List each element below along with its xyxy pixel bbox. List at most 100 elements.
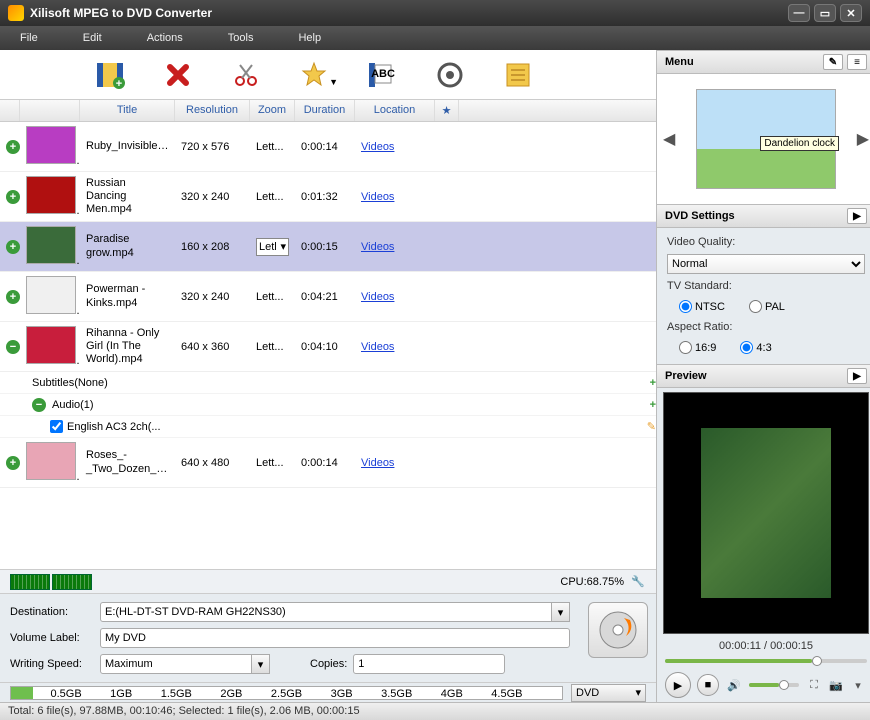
prev-template-button[interactable]: ◀: [663, 129, 675, 149]
effects-button[interactable]: ▼: [294, 57, 334, 93]
title-bar: Xilisoft MPEG to DVD Converter — ▭ ✕: [0, 0, 870, 26]
menu-panel-header: Menu ✎ ≡: [657, 50, 870, 74]
file-location-link[interactable]: Videos: [361, 241, 394, 253]
expand-icon[interactable]: +: [6, 190, 20, 204]
menu-template-thumb[interactable]: Dandelion clock: [696, 89, 836, 189]
disc-size-ruler: 0.5GB1GB1.5GB2GB2.5GB3GB3.5GB4GB4.5GB: [10, 686, 563, 700]
play-button[interactable]: ▶: [665, 672, 691, 698]
disc-type-select[interactable]: DVD▾: [571, 684, 646, 702]
file-location-link[interactable]: Videos: [361, 191, 394, 203]
file-list: + Ruby_Invisible_... 720 x 576 Lett... 0…: [0, 122, 656, 569]
expand-icon[interactable]: +: [6, 240, 20, 254]
cpu-bar: CPU:68.75% 🔧: [0, 569, 656, 593]
volume-icon[interactable]: 🔊: [725, 677, 743, 693]
aspect-ratio-label: Aspect Ratio:: [667, 321, 865, 333]
file-row[interactable]: + Paradise grow.mp4 160 x 208 Letl▾ 0:00…: [0, 222, 656, 272]
collapse-icon[interactable]: −: [32, 398, 46, 412]
edit-menu-button[interactable]: ✎: [823, 54, 843, 70]
ruler-mark: 2.5GB: [271, 688, 302, 700]
subtitle-button[interactable]: ABC: [362, 57, 402, 93]
menu-file[interactable]: File: [20, 32, 38, 44]
edit-audio-icon[interactable]: ✎: [647, 420, 656, 433]
file-location-link[interactable]: Videos: [361, 341, 394, 353]
menu-edit[interactable]: Edit: [83, 32, 102, 44]
menu-help[interactable]: Help: [298, 32, 321, 44]
file-row[interactable]: + Russian Dancing Men.mp4 320 x 240 Lett…: [0, 172, 656, 222]
ntsc-radio[interactable]: NTSC: [679, 300, 725, 313]
cpu-graph-icon: [10, 574, 50, 590]
aspect-169-radio[interactable]: 16:9: [679, 341, 716, 354]
writing-speed-select[interactable]: [100, 654, 252, 674]
menu-template-preview: ◀ Dandelion clock ▶: [657, 74, 870, 204]
fullscreen-icon[interactable]: ⛶: [805, 677, 823, 693]
file-row[interactable]: + Powerman - Kinks.mp4 320 x 240 Lett...…: [0, 272, 656, 322]
collapse-icon[interactable]: −: [6, 340, 20, 354]
file-zoom: Lett...: [250, 137, 295, 157]
menu-actions[interactable]: Actions: [147, 32, 183, 44]
file-row[interactable]: − Rihanna - Only Girl (In The World).mp4…: [0, 322, 656, 372]
aspect-43-radio[interactable]: 4:3: [740, 341, 771, 354]
status-bar: Total: 6 file(s), 97.88MB, 00:10:46; Sel…: [0, 702, 870, 720]
video-quality-select[interactable]: Normal: [667, 254, 865, 274]
file-duration: 0:04:21: [295, 287, 355, 307]
preview-header: Preview ▶: [657, 364, 870, 388]
file-row[interactable]: + Roses_-_Two_Dozen_Lo... 640 x 480 Lett…: [0, 438, 656, 488]
menu-panel-title: Menu: [665, 56, 694, 68]
file-location-link[interactable]: Videos: [361, 457, 394, 469]
settings-icon[interactable]: 🔧: [630, 574, 646, 590]
expand-icon[interactable]: +: [6, 456, 20, 470]
volume-slider[interactable]: [749, 680, 799, 690]
svg-text:ABC: ABC: [371, 68, 395, 80]
header-location[interactable]: Location: [355, 100, 435, 121]
audio-track-label: English AC3 2ch(...: [67, 421, 447, 433]
list-button[interactable]: [498, 57, 538, 93]
file-row[interactable]: + Ruby_Invisible_... 720 x 576 Lett... 0…: [0, 122, 656, 172]
file-zoom: Lett...: [250, 287, 295, 307]
copies-input[interactable]: [353, 654, 505, 674]
start-burn-button[interactable]: [588, 602, 648, 658]
stop-button[interactable]: ■: [697, 674, 719, 696]
destination-label: Destination:: [10, 606, 100, 618]
ruler-mark: 1.5GB: [161, 688, 192, 700]
file-title: Russian Dancing Men.mp4: [80, 173, 175, 221]
dvd-settings-expand-button[interactable]: ▶: [847, 208, 867, 224]
header-star[interactable]: ★: [435, 100, 459, 121]
add-audio-icon[interactable]: +: [650, 399, 656, 411]
file-title: Powerman - Kinks.mp4: [80, 279, 175, 313]
header-title[interactable]: Title: [80, 100, 175, 121]
destination-dropdown[interactable]: ▾: [552, 602, 570, 622]
audio-track-checkbox[interactable]: [50, 420, 63, 433]
preview-frame: [701, 428, 831, 598]
delete-button[interactable]: [158, 57, 198, 93]
file-location-link[interactable]: Videos: [361, 141, 394, 153]
volume-label-input[interactable]: [100, 628, 570, 648]
maximize-button[interactable]: ▭: [814, 4, 836, 22]
pal-radio[interactable]: PAL: [749, 300, 785, 313]
minimize-button[interactable]: —: [788, 4, 810, 22]
header-duration[interactable]: Duration: [295, 100, 355, 121]
header-zoom[interactable]: Zoom: [250, 100, 295, 121]
snapshot-icon[interactable]: 📷: [827, 677, 845, 693]
zoom-select[interactable]: Letl▾: [256, 238, 289, 256]
expand-icon[interactable]: +: [6, 290, 20, 304]
menu-bar: File Edit Actions Tools Help: [0, 26, 870, 50]
player-controls: ▶ ■ 🔊 ⛶ 📷 ▾: [657, 668, 870, 702]
writing-speed-dropdown[interactable]: ▾: [252, 654, 270, 674]
next-template-button[interactable]: ▶: [857, 129, 869, 149]
add-subtitle-icon[interactable]: +: [650, 377, 656, 389]
expand-icon[interactable]: +: [6, 140, 20, 154]
seek-slider[interactable]: [665, 656, 867, 666]
header-resolution[interactable]: Resolution: [175, 100, 250, 121]
menu-tools[interactable]: Tools: [228, 32, 254, 44]
file-thumbnail: [26, 276, 76, 314]
snapshot-dropdown[interactable]: ▾: [849, 677, 867, 693]
close-button[interactable]: ✕: [840, 4, 862, 22]
cut-button[interactable]: [226, 57, 266, 93]
burn-button[interactable]: [430, 57, 470, 93]
preview-expand-button[interactable]: ▶: [847, 368, 867, 384]
file-location-link[interactable]: Videos: [361, 291, 394, 303]
subtitles-label: Subtitles(None): [32, 377, 410, 389]
destination-input[interactable]: [100, 602, 552, 622]
add-file-button[interactable]: +: [90, 57, 130, 93]
menu-list-button[interactable]: ≡: [847, 54, 867, 70]
